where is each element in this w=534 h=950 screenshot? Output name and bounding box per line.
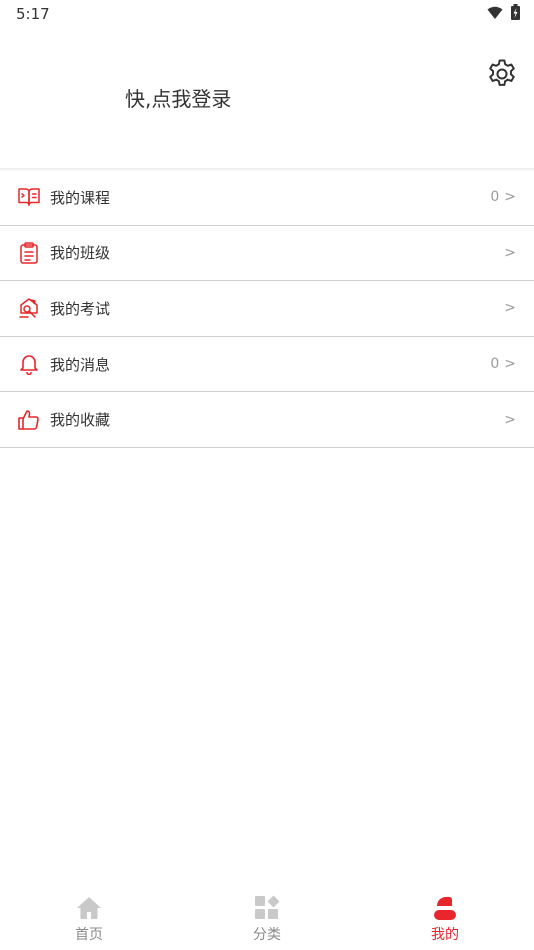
tab-category[interactable]: 分类 [178,888,356,950]
menu-item-trail: > [499,300,516,316]
exam-icon [17,296,41,320]
bottom-nav: 首页 分类 我的 [0,888,534,950]
chevron-right-icon: > [504,244,516,261]
bell-icon [17,352,41,376]
wifi-icon [487,5,503,24]
count-badge: 0 [490,356,500,373]
count-badge: 0 [490,189,500,206]
gear-icon [485,57,519,95]
menu-item-label: 我的收藏 [50,411,111,430]
battery-icon [511,4,520,24]
menu-item-classes[interactable]: 我的班级 > [0,226,534,282]
menu-list: 我的课程 0 > 我的班级 > 我的考试 > 我的消息 0 > 我的收藏 > [0,170,534,448]
menu-item-exams[interactable]: 我的考试 > [0,281,534,337]
chevron-right-icon: > [504,356,516,373]
book-icon [17,185,41,209]
thumbs-up-icon [17,408,41,432]
category-icon [254,895,280,921]
menu-item-label: 我的课程 [50,188,111,207]
status-bar: 5:17 [0,0,534,28]
profile-icon [432,895,458,921]
tab-label: 我的 [431,927,459,943]
login-prompt[interactable]: 快,点我登录 [125,83,231,112]
menu-item-trail: > [499,245,516,261]
tab-label: 分类 [253,927,281,943]
status-icons [487,4,520,24]
tab-label: 首页 [75,927,103,943]
clipboard-icon [17,241,41,265]
menu-item-trail: > [499,412,516,428]
profile-screen: 5:17 快,点我登录 我的课程 0 > 我的班级 > 我的考试 > 我的消息 … [0,0,534,950]
menu-item-label: 我的消息 [50,355,111,374]
menu-item-messages[interactable]: 我的消息 0 > [0,337,534,393]
tab-home[interactable]: 首页 [0,888,178,950]
chevron-right-icon: > [504,300,516,317]
menu-item-trail: 0 > [490,189,516,205]
profile-header: 快,点我登录 [0,28,534,170]
settings-button[interactable] [484,58,520,94]
chevron-right-icon: > [504,411,516,428]
menu-item-courses[interactable]: 我的课程 0 > [0,170,534,226]
menu-item-label: 我的班级 [50,244,111,263]
menu-item-trail: 0 > [490,356,516,372]
menu-item-label: 我的考试 [50,299,111,318]
tab-mine[interactable]: 我的 [356,888,534,950]
chevron-right-icon: > [504,189,516,206]
home-icon [76,895,102,921]
status-time: 5:17 [16,5,50,23]
menu-item-favorites[interactable]: 我的收藏 > [0,392,534,448]
